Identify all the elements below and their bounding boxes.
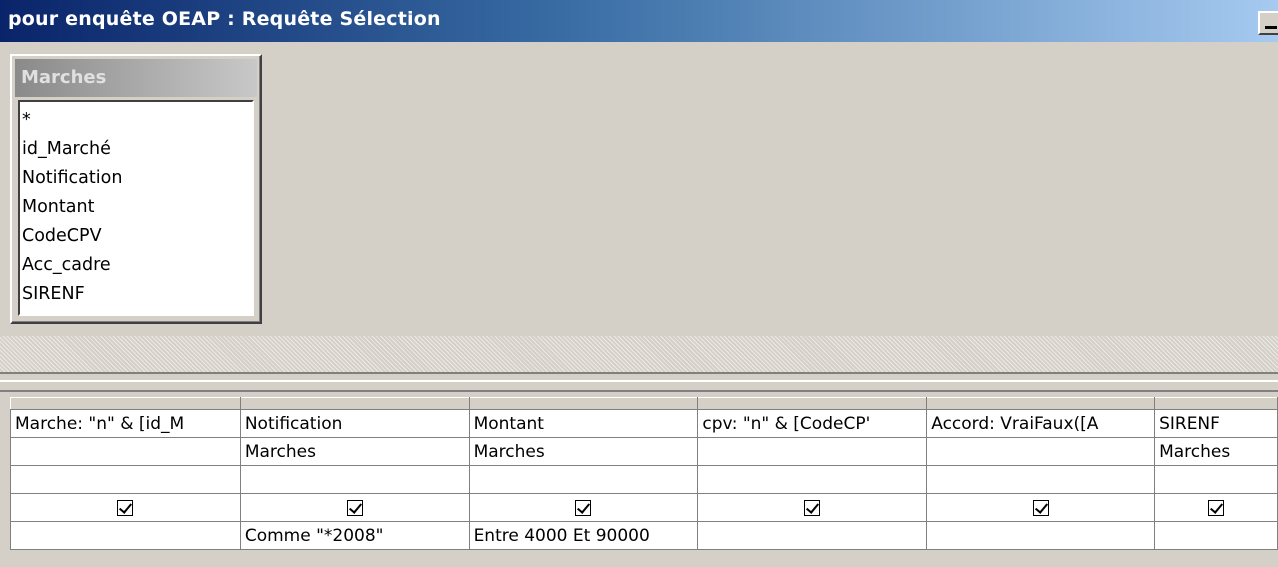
criteria-cell[interactable]: Entre 4000 Et 90000: [468, 521, 699, 550]
show-cell: [1154, 493, 1278, 522]
column-selector[interactable]: [1154, 397, 1278, 410]
sort-cell[interactable]: [697, 465, 928, 494]
sort-cell[interactable]: [10, 465, 241, 494]
sort-row: [10, 465, 1278, 494]
table-cell[interactable]: [697, 437, 928, 466]
criteria-cell[interactable]: [926, 521, 1156, 550]
show-checkbox[interactable]: [1208, 499, 1225, 516]
query-design-grid: Marche: "n" & [id_M Notification Montant…: [10, 397, 1278, 550]
table-cell[interactable]: Marches: [468, 437, 699, 466]
field-list-item[interactable]: Acc_cadre: [22, 251, 252, 280]
sort-cell[interactable]: [926, 465, 1156, 494]
pane-splitter[interactable]: [0, 372, 1278, 392]
column-selector-row: [10, 397, 1278, 410]
table-cell[interactable]: [926, 437, 1156, 466]
show-cell: [10, 493, 241, 522]
show-checkbox[interactable]: [575, 499, 592, 516]
sort-cell[interactable]: [468, 465, 699, 494]
criteria-row: Comme "*2008" Entre 4000 Et 90000: [10, 521, 1278, 550]
criteria-cell[interactable]: Comme "*2008": [239, 521, 470, 550]
sort-cell[interactable]: [239, 465, 470, 494]
show-cell: [468, 493, 699, 522]
field-cell[interactable]: SIRENF: [1154, 409, 1278, 438]
show-row: [10, 493, 1278, 522]
table-cell[interactable]: Marches: [1154, 437, 1278, 466]
field-cell[interactable]: Marche: "n" & [id_M: [10, 409, 241, 438]
minimize-button[interactable]: [1258, 11, 1278, 35]
field-list-item[interactable]: CodeCPV: [22, 222, 252, 251]
sort-cell[interactable]: [1154, 465, 1278, 494]
field-list-item[interactable]: id_Marché: [22, 135, 252, 164]
show-cell: [239, 493, 470, 522]
minimize-icon: [1265, 26, 1277, 29]
field-cell[interactable]: Notification: [239, 409, 470, 438]
show-checkbox[interactable]: [1032, 499, 1049, 516]
criteria-cell[interactable]: [1154, 521, 1278, 550]
criteria-cell[interactable]: [10, 521, 241, 550]
field-list-title[interactable]: Marches: [15, 59, 257, 97]
column-selector[interactable]: [10, 397, 241, 410]
column-selector[interactable]: [468, 397, 699, 410]
show-cell: [926, 493, 1156, 522]
field-list-item[interactable]: SIRENF: [22, 280, 252, 309]
show-checkbox[interactable]: [346, 499, 363, 516]
field-list-item[interactable]: Montant: [22, 193, 252, 222]
field-list-item[interactable]: Notification: [22, 164, 252, 193]
field-row: Marche: "n" & [id_M Notification Montant…: [10, 409, 1278, 438]
column-selector[interactable]: [239, 397, 470, 410]
show-checkbox[interactable]: [117, 499, 134, 516]
column-selector[interactable]: [697, 397, 928, 410]
window-title-bar[interactable]: pour enquête OEAP : Requête Sélection: [0, 0, 1278, 42]
window-title: pour enquête OEAP : Requête Sélection: [8, 8, 441, 30]
field-cell[interactable]: Accord: VraiFaux([A: [926, 409, 1156, 438]
criteria-cell[interactable]: [697, 521, 928, 550]
field-cell[interactable]: cpv: "n" & [CodeCP': [697, 409, 928, 438]
field-list-item[interactable]: *: [22, 106, 252, 135]
field-cell[interactable]: Montant: [468, 409, 699, 438]
table-cell[interactable]: Marches: [239, 437, 470, 466]
column-selector[interactable]: [926, 397, 1156, 410]
show-checkbox[interactable]: [804, 499, 821, 516]
table-cell[interactable]: [10, 437, 241, 466]
field-list-body[interactable]: * id_Marché Notification Montant CodeCPV…: [18, 100, 254, 316]
show-cell: [697, 493, 928, 522]
pane-hatch-area: [0, 336, 1278, 372]
field-list-marches[interactable]: Marches * id_Marché Notification Montant…: [10, 54, 262, 324]
table-row: Marches Marches Marches: [10, 437, 1278, 466]
